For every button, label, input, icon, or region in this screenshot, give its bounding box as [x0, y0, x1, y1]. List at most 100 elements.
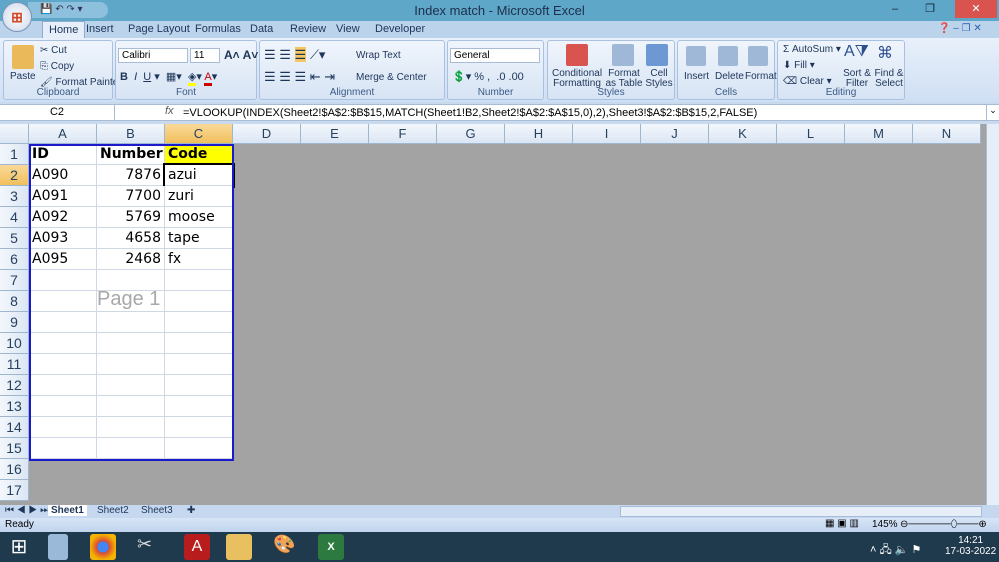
- cell-A13[interactable]: [29, 396, 97, 417]
- zoom-level[interactable]: 145%: [872, 519, 898, 530]
- zoom-slider[interactable]: ⊖──────⬯───⊕: [900, 519, 987, 530]
- tab-view[interactable]: View: [336, 23, 360, 38]
- cell-A5[interactable]: A093: [29, 228, 97, 249]
- cell-A11[interactable]: [29, 354, 97, 375]
- row-header-9[interactable]: 9: [0, 312, 29, 333]
- tab-sheet1[interactable]: Sheet1: [48, 505, 87, 516]
- row-header-16[interactable]: 16: [0, 459, 29, 480]
- column-header-G[interactable]: G: [437, 124, 505, 144]
- name-box[interactable]: C2: [0, 105, 115, 120]
- column-header-F[interactable]: F: [369, 124, 437, 144]
- vertical-scrollbar[interactable]: [986, 124, 999, 505]
- clock[interactable]: 14:21 17-03-2022: [945, 535, 996, 557]
- tab-home[interactable]: Home: [42, 21, 86, 38]
- sheet-nav-buttons[interactable]: ⏮ ◀ ▶ ⏭: [2, 505, 52, 516]
- formula-input[interactable]: =VLOOKUP(INDEX(Sheet2!$A$2:$B$15,MATCH(S…: [183, 106, 757, 120]
- cell-B14[interactable]: [97, 417, 165, 438]
- number-format-buttons[interactable]: 💲▾ % , .0 .00: [452, 70, 524, 83]
- cell-A10[interactable]: [29, 333, 97, 354]
- cell-C1[interactable]: Code: [165, 144, 233, 165]
- row-header-12[interactable]: 12: [0, 375, 29, 396]
- autosum-button[interactable]: Σ AutoSum ▾: [783, 44, 841, 55]
- cell-C8[interactable]: [165, 291, 233, 312]
- row-header-5[interactable]: 5: [0, 228, 29, 249]
- format-button[interactable]: Format: [745, 71, 777, 82]
- cell-C12[interactable]: [165, 375, 233, 396]
- row-header-2[interactable]: 2: [0, 165, 29, 186]
- tab-sheet2[interactable]: Sheet2: [94, 505, 132, 516]
- row-header-11[interactable]: 11: [0, 354, 29, 375]
- cell-A9[interactable]: [29, 312, 97, 333]
- snipping-tool-icon[interactable]: ✂: [137, 534, 163, 560]
- close-button[interactable]: ✕: [955, 0, 997, 18]
- column-header-E[interactable]: E: [301, 124, 369, 144]
- cell-A8[interactable]: [29, 291, 97, 312]
- column-header-C[interactable]: C: [165, 124, 233, 144]
- tab-page-layout[interactable]: Page Layout: [128, 23, 190, 38]
- bold-italic-underline[interactable]: B I U ▾ ▦▾ ◈▾ A▾: [120, 70, 217, 86]
- chrome-icon[interactable]: [90, 534, 116, 560]
- cell-C9[interactable]: [165, 312, 233, 333]
- cell-A2[interactable]: A090: [29, 165, 97, 186]
- row-header-17[interactable]: 17: [0, 480, 29, 501]
- cell-A15[interactable]: [29, 438, 97, 459]
- cell-C15[interactable]: [165, 438, 233, 459]
- cut-button[interactable]: ✂ Cut: [40, 45, 67, 56]
- tab-sheet3[interactable]: Sheet3: [138, 505, 176, 516]
- acrobat-icon[interactable]: A: [184, 534, 210, 560]
- column-header-B[interactable]: B: [97, 124, 165, 144]
- column-header-K[interactable]: K: [709, 124, 777, 144]
- quick-access-toolbar[interactable]: 💾 ↶ ↷ ▾: [28, 2, 108, 18]
- cell-B5[interactable]: 4658: [97, 228, 165, 249]
- row-header-3[interactable]: 3: [0, 186, 29, 207]
- cell-A3[interactable]: A091: [29, 186, 97, 207]
- restore-button[interactable]: ❐: [915, 0, 945, 18]
- cell-B9[interactable]: [97, 312, 165, 333]
- cell-C11[interactable]: [165, 354, 233, 375]
- merge-center-button[interactable]: Merge & Center: [356, 72, 427, 83]
- row-header-4[interactable]: 4: [0, 207, 29, 228]
- paint-icon[interactable]: 🎨: [273, 534, 299, 560]
- calculator-icon[interactable]: [48, 534, 68, 560]
- format-as-table-button[interactable]: Format as Table: [604, 69, 644, 89]
- cell-B10[interactable]: [97, 333, 165, 354]
- cell-B6[interactable]: 2468: [97, 249, 165, 270]
- cell-C2[interactable]: azui: [163, 163, 235, 188]
- cell-A12[interactable]: [29, 375, 97, 396]
- cell-B11[interactable]: [97, 354, 165, 375]
- tab-developer[interactable]: Developer: [375, 23, 425, 38]
- cell-C14[interactable]: [165, 417, 233, 438]
- tab-formulas[interactable]: Formulas: [195, 23, 241, 38]
- conditional-formatting-button[interactable]: Conditional Formatting: [552, 69, 602, 89]
- tab-insert[interactable]: Insert: [86, 23, 114, 38]
- cell-B12[interactable]: [97, 375, 165, 396]
- column-header-J[interactable]: J: [641, 124, 709, 144]
- row-header-8[interactable]: 8: [0, 291, 29, 312]
- horizontal-scrollbar[interactable]: [620, 506, 982, 517]
- minimize-button[interactable]: –: [880, 0, 910, 18]
- font-name-select[interactable]: Calibri: [118, 48, 188, 63]
- insert-sheet-icon[interactable]: ✚: [184, 505, 198, 516]
- cell-B13[interactable]: [97, 396, 165, 417]
- column-header-M[interactable]: M: [845, 124, 913, 144]
- file-explorer-icon[interactable]: [226, 534, 252, 560]
- copy-button[interactable]: ⎘ Copy: [40, 61, 74, 72]
- cell-B3[interactable]: 7700: [97, 186, 165, 207]
- cell-C13[interactable]: [165, 396, 233, 417]
- column-header-N[interactable]: N: [913, 124, 981, 144]
- wrap-text-button[interactable]: Wrap Text: [356, 50, 401, 61]
- help-icon[interactable]: ❓ – ❐ ✕: [938, 23, 982, 34]
- cell-B1[interactable]: Number: [97, 144, 165, 165]
- excel-taskbar-icon[interactable]: X: [318, 534, 344, 560]
- cell-B4[interactable]: 5769: [97, 207, 165, 228]
- fx-button[interactable]: fx: [165, 105, 174, 117]
- number-format-select[interactable]: General: [450, 48, 540, 63]
- column-header-I[interactable]: I: [573, 124, 641, 144]
- cell-B15[interactable]: [97, 438, 165, 459]
- row-header-10[interactable]: 10: [0, 333, 29, 354]
- row-header-1[interactable]: 1: [0, 144, 29, 165]
- grow-font-button[interactable]: A˄ A˅: [224, 48, 258, 62]
- cell-C7[interactable]: [165, 270, 233, 291]
- column-header-H[interactable]: H: [505, 124, 573, 144]
- paste-button[interactable]: Paste: [10, 71, 36, 82]
